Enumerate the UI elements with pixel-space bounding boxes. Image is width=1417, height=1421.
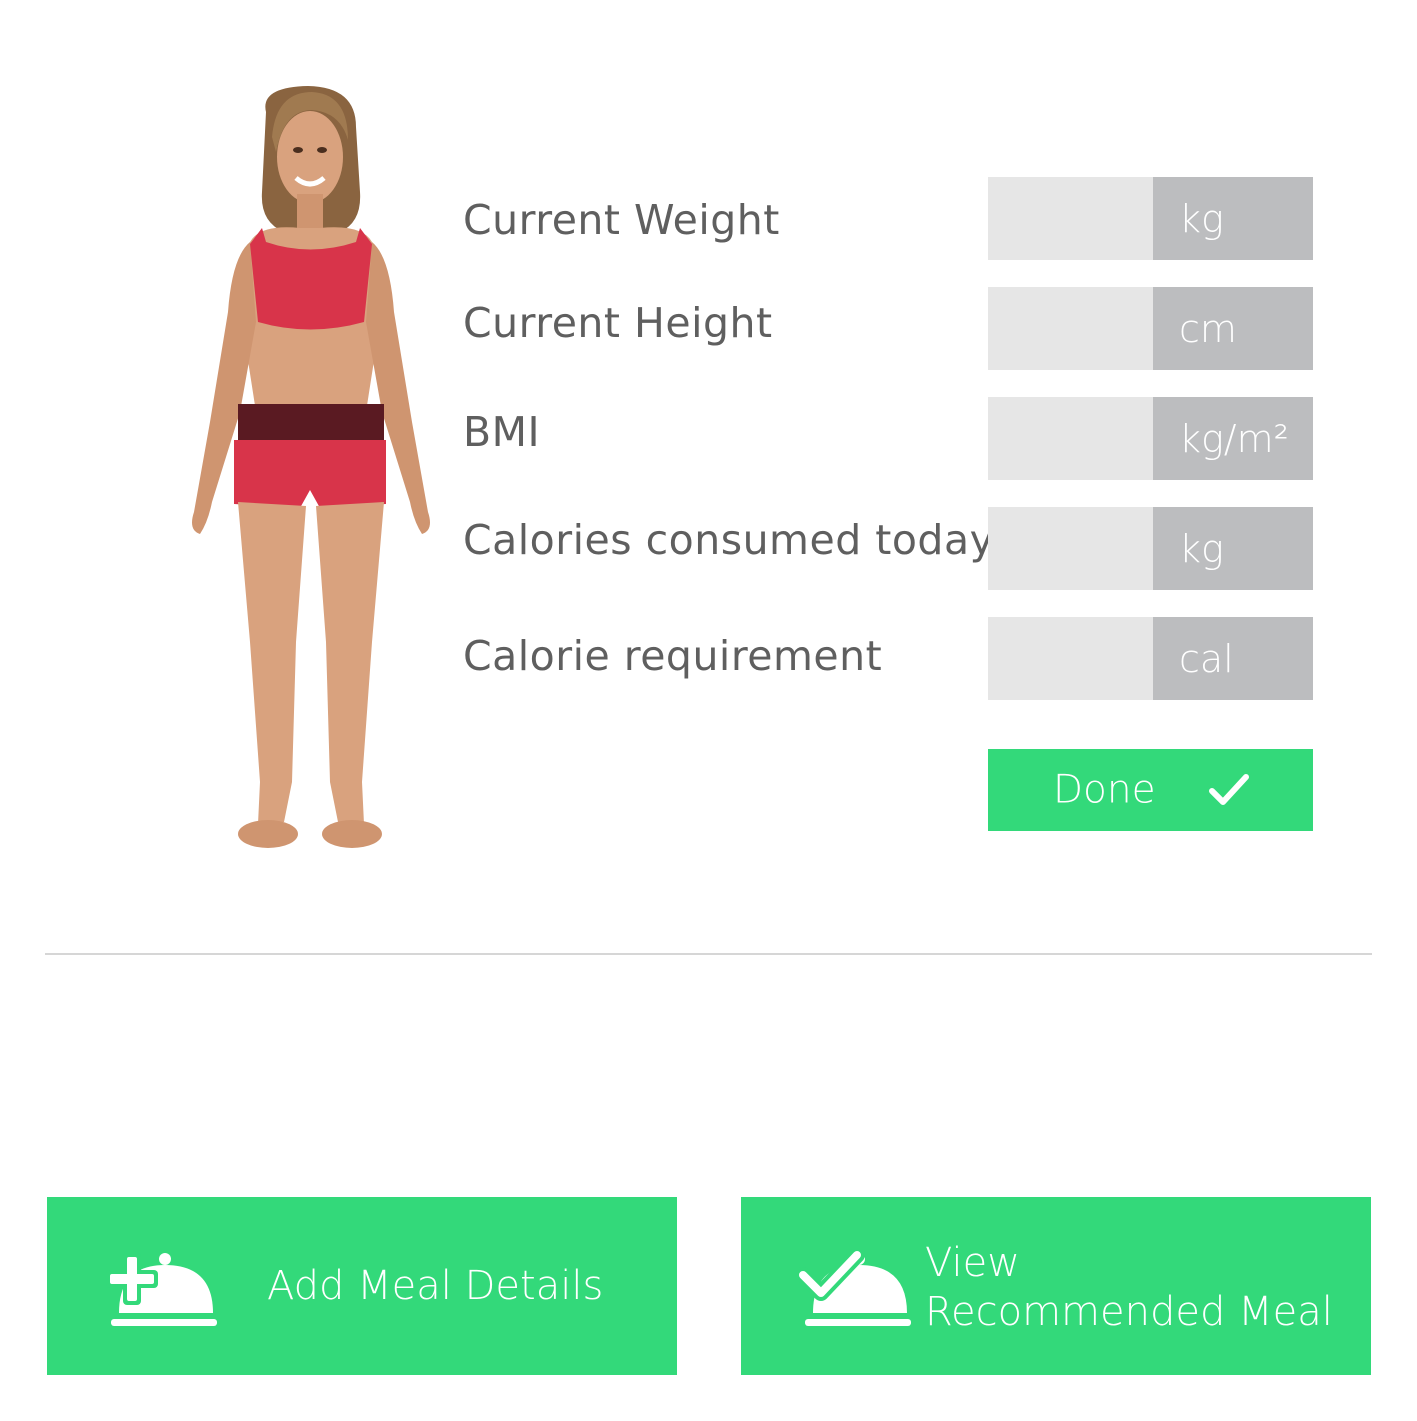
view-recommended-meal-label: View Recommended Meal xyxy=(925,1239,1333,1337)
bmi-input[interactable] xyxy=(988,397,1153,480)
calories-consumed-label: Calories consumed today xyxy=(463,516,995,564)
view-recommended-meal-line1: View xyxy=(925,1240,1020,1286)
add-meal-details-button[interactable]: Add Meal Details xyxy=(47,1197,677,1375)
calories-consumed-unit: kg xyxy=(1153,507,1313,590)
calories-consumed-field: kg xyxy=(988,507,1313,590)
body-figure-image xyxy=(192,86,430,848)
bmi-unit: kg/m² xyxy=(1153,397,1313,480)
current-height-field: cm xyxy=(988,287,1313,370)
calorie-requirement-field: cal xyxy=(988,617,1313,700)
current-weight-input[interactable] xyxy=(988,177,1153,260)
current-weight-field: kg xyxy=(988,177,1313,260)
add-meal-details-label: Add Meal Details xyxy=(267,1263,604,1309)
check-icon xyxy=(1209,774,1249,805)
cloche-plus-icon xyxy=(106,1253,217,1326)
body-stats-card: Current Weight Current Height BMI Calori… xyxy=(0,0,1417,1421)
calorie-requirement-label: Calorie requirement xyxy=(463,632,883,680)
current-weight-unit: kg xyxy=(1153,177,1313,260)
calories-consumed-input[interactable] xyxy=(988,507,1153,590)
view-recommended-meal-line2: Recommended Meal xyxy=(925,1289,1333,1335)
section-divider xyxy=(45,953,1372,955)
current-height-input[interactable] xyxy=(988,287,1153,370)
done-button-label: Done xyxy=(1053,767,1156,813)
view-recommended-meal-button[interactable]: View Recommended Meal xyxy=(741,1197,1371,1375)
cloche-check-icon xyxy=(799,1249,911,1326)
current-height-label: Current Height xyxy=(463,299,773,347)
bmi-label: BMI xyxy=(463,408,541,456)
calorie-requirement-input[interactable] xyxy=(988,617,1153,700)
bmi-field: kg/m² xyxy=(988,397,1313,480)
current-height-unit: cm xyxy=(1153,287,1313,370)
calorie-requirement-unit: cal xyxy=(1153,617,1313,700)
current-weight-label: Current Weight xyxy=(463,196,780,244)
done-button[interactable]: Done xyxy=(988,749,1313,831)
